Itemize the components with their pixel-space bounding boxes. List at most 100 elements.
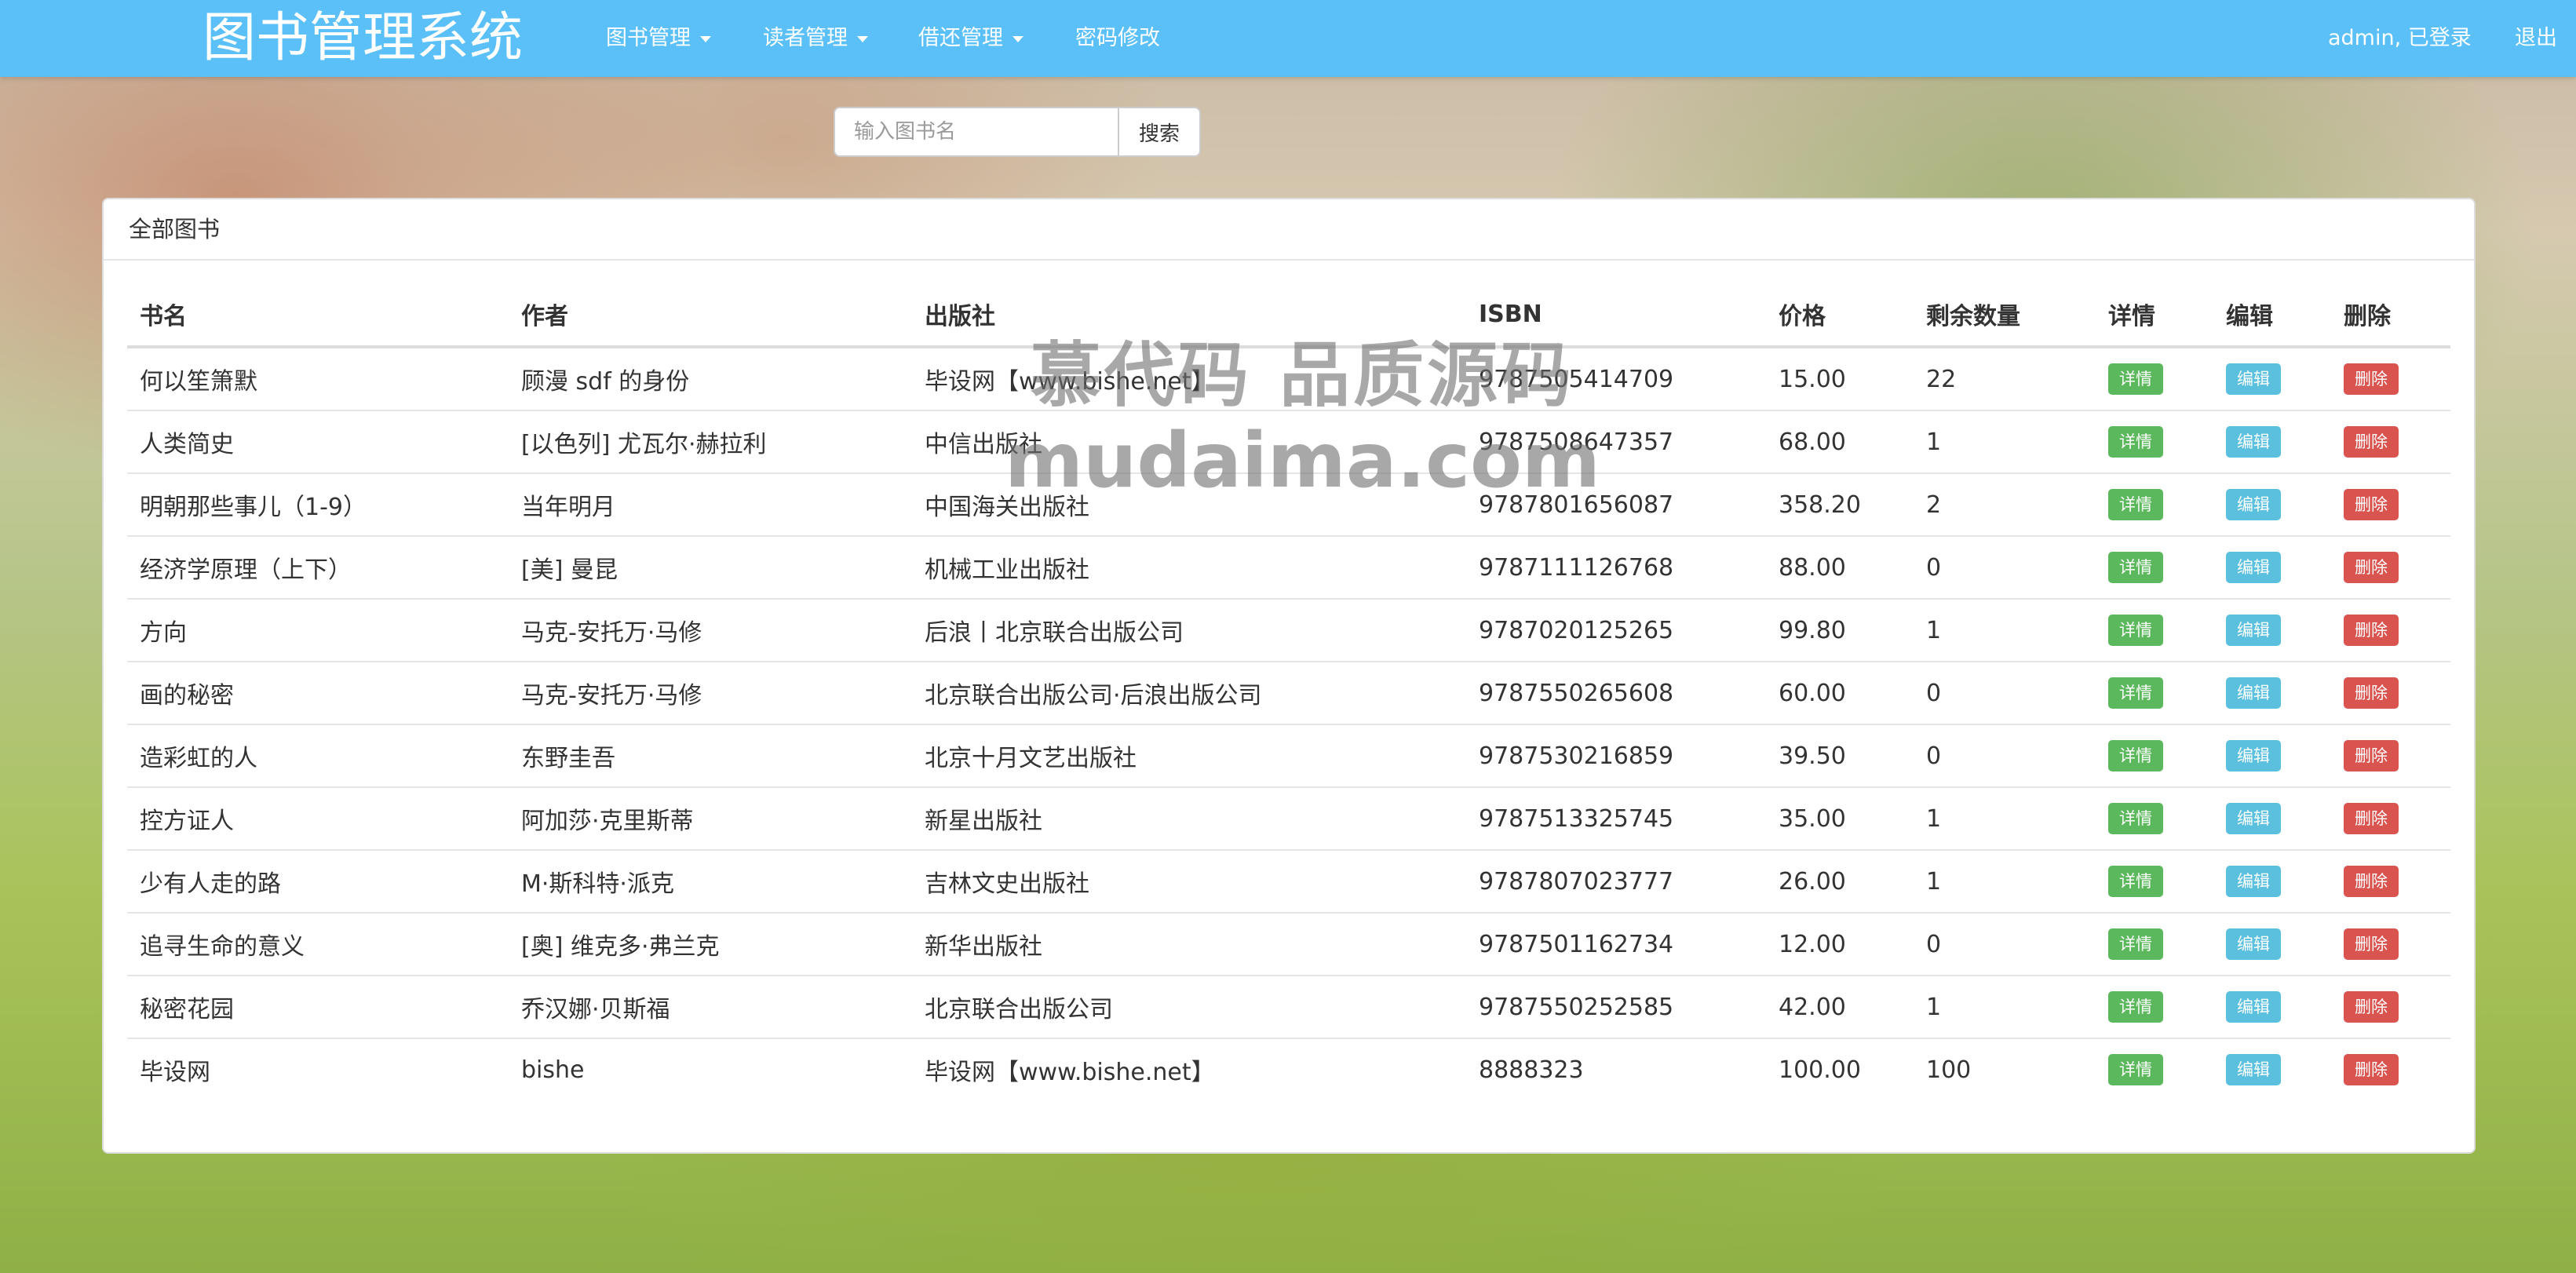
publisher-cell: 后浪丨北京联合出版公司 [912, 599, 1466, 662]
detail-button[interactable]: 详情 [2108, 615, 2163, 646]
column-header: 出版社 [912, 283, 1466, 348]
delete-button[interactable]: 删除 [2344, 740, 2399, 771]
detail-button[interactable]: 详情 [2108, 1054, 2163, 1085]
column-header: 详情 [2096, 283, 2213, 348]
nav-label: 图书管理 [606, 26, 691, 50]
price-cell: 99.80 [1766, 599, 1914, 662]
nav-book-management[interactable]: 图书管理 [606, 0, 711, 77]
column-header: 书名 [127, 283, 509, 348]
edit-button[interactable]: 编辑 [2226, 426, 2281, 458]
detail-button[interactable]: 详情 [2108, 803, 2163, 834]
delete-button[interactable]: 删除 [2344, 991, 2399, 1023]
nav-label: 借还管理 [918, 26, 1003, 50]
stock-cell: 0 [1914, 536, 2096, 600]
detail-button-cell: 详情 [2096, 1038, 2213, 1100]
edit-button[interactable]: 编辑 [2226, 489, 2281, 520]
detail-button[interactable]: 详情 [2108, 677, 2163, 709]
detail-button[interactable]: 详情 [2108, 991, 2163, 1023]
delete-button[interactable]: 删除 [2344, 426, 2399, 458]
edit-button[interactable]: 编辑 [2226, 552, 2281, 583]
logout-link[interactable]: 退出 [2515, 0, 2557, 77]
table-row: 控方证人 阿加莎·克里斯蒂 新星出版社 9787513325745 35.00 1 详情 编辑… [127, 787, 2450, 851]
detail-button[interactable]: 详情 [2108, 552, 2163, 583]
edit-button[interactable]: 编辑 [2226, 1054, 2281, 1085]
edit-button[interactable]: 编辑 [2226, 740, 2281, 771]
table-row: 人类简史 [以色列] 尤瓦尔·赫拉利 中信出版社 9787508647357 68.00… [127, 410, 2450, 474]
delete-button-cell: 删除 [2331, 787, 2450, 851]
user-status[interactable]: admin, 已登录 [2328, 0, 2472, 77]
book-title-cell: 经济学原理（上下） [127, 536, 509, 600]
detail-button-cell: 详情 [2096, 850, 2213, 914]
book-title-cell: 造彩虹的人 [127, 724, 509, 788]
books-panel: 全部图书 书名 作者 出版社 ISBN 价格 剩余数量 详情 编辑 删除 何以笙… [102, 198, 2476, 1154]
delete-button-cell: 删除 [2331, 850, 2450, 914]
price-cell: 15.00 [1766, 347, 1914, 411]
edit-button[interactable]: 编辑 [2226, 363, 2281, 395]
nav-borrow-management[interactable]: 借还管理 [918, 0, 1023, 77]
delete-button-cell: 删除 [2331, 662, 2450, 725]
delete-button[interactable]: 删除 [2344, 677, 2399, 709]
detail-button-cell: 详情 [2096, 473, 2213, 537]
price-cell: 12.00 [1766, 913, 1914, 976]
edit-button-cell: 编辑 [2213, 976, 2331, 1039]
detail-button[interactable]: 详情 [2108, 928, 2163, 960]
edit-button-cell: 编辑 [2213, 662, 2331, 725]
edit-button[interactable]: 编辑 [2226, 615, 2281, 646]
delete-button[interactable]: 删除 [2344, 928, 2399, 960]
detail-button[interactable]: 详情 [2108, 426, 2163, 458]
detail-button-cell: 详情 [2096, 347, 2213, 411]
author-cell: bishe [521, 1056, 585, 1084]
edit-button-cell: 编辑 [2213, 536, 2331, 600]
book-title-cell: 人类简史 [127, 410, 509, 474]
delete-button[interactable]: 删除 [2344, 489, 2399, 520]
delete-button[interactable]: 删除 [2344, 803, 2399, 834]
column-header: 编辑 [2213, 283, 2331, 348]
author-cell: 马克-安托万·马修 [509, 662, 912, 725]
nav-password-change[interactable]: 密码修改 [1075, 0, 1160, 77]
edit-button-cell: 编辑 [2213, 724, 2331, 788]
delete-button[interactable]: 删除 [2344, 866, 2399, 897]
edit-button-cell: 编辑 [2213, 473, 2331, 537]
stock-cell: 22 [1914, 347, 2096, 411]
panel-heading: 全部图书 [104, 199, 2474, 261]
edit-button[interactable]: 编辑 [2226, 866, 2281, 897]
delete-button[interactable]: 删除 [2344, 552, 2399, 583]
edit-button[interactable]: 编辑 [2226, 803, 2281, 834]
detail-button-cell: 详情 [2096, 724, 2213, 788]
app-title[interactable]: 图书管理系统 [203, 5, 523, 72]
delete-button[interactable]: 删除 [2344, 615, 2399, 646]
delete-button-cell: 删除 [2331, 410, 2450, 474]
nav-reader-management[interactable]: 读者管理 [763, 0, 868, 77]
isbn-cell: 9787550252585 [1466, 976, 1766, 1039]
isbn-cell: 9787508647357 [1466, 410, 1766, 474]
book-title-cell: 毕设网 [140, 1059, 210, 1086]
edit-button[interactable]: 编辑 [2226, 928, 2281, 960]
detail-button[interactable]: 详情 [2108, 866, 2163, 897]
detail-button-cell: 详情 [2096, 410, 2213, 474]
book-title-cell: 明朝那些事儿（1-9） [127, 473, 509, 537]
column-header: 作者 [509, 283, 912, 348]
search-button[interactable]: 搜索 [1118, 107, 1201, 157]
author-cell: 当年明月 [509, 473, 912, 537]
detail-button[interactable]: 详情 [2108, 363, 2163, 395]
search-input[interactable] [834, 107, 1118, 157]
price-cell: 35.00 [1766, 787, 1914, 851]
delete-button-cell: 删除 [2331, 473, 2450, 537]
stock-cell: 1 [1914, 410, 2096, 474]
book-title-cell: 少有人走的路 [127, 850, 509, 914]
delete-button[interactable]: 删除 [2344, 363, 2399, 395]
delete-button-cell: 删除 [2331, 976, 2450, 1039]
edit-button-cell: 编辑 [2213, 787, 2331, 851]
detail-button[interactable]: 详情 [2108, 489, 2163, 520]
delete-button[interactable]: 删除 [2344, 1054, 2399, 1085]
table-row: 秘密花园 乔汉娜·贝斯福 北京联合出版公司 9787550252585 42.00 1 详情… [127, 976, 2450, 1039]
isbn-cell: 9787111126768 [1466, 536, 1766, 600]
table-row: 少有人走的路 M·斯科特·派克 吉林文史出版社 9787807023777 26.00 1… [127, 850, 2450, 914]
edit-button[interactable]: 编辑 [2226, 677, 2281, 709]
author-cell: 东野圭吾 [509, 724, 912, 788]
column-header: 价格 [1766, 283, 1914, 348]
edit-button[interactable]: 编辑 [2226, 991, 2281, 1023]
author-cell: M·斯科特·派克 [509, 850, 912, 914]
detail-button[interactable]: 详情 [2108, 740, 2163, 771]
column-header: ISBN [1466, 283, 1766, 348]
